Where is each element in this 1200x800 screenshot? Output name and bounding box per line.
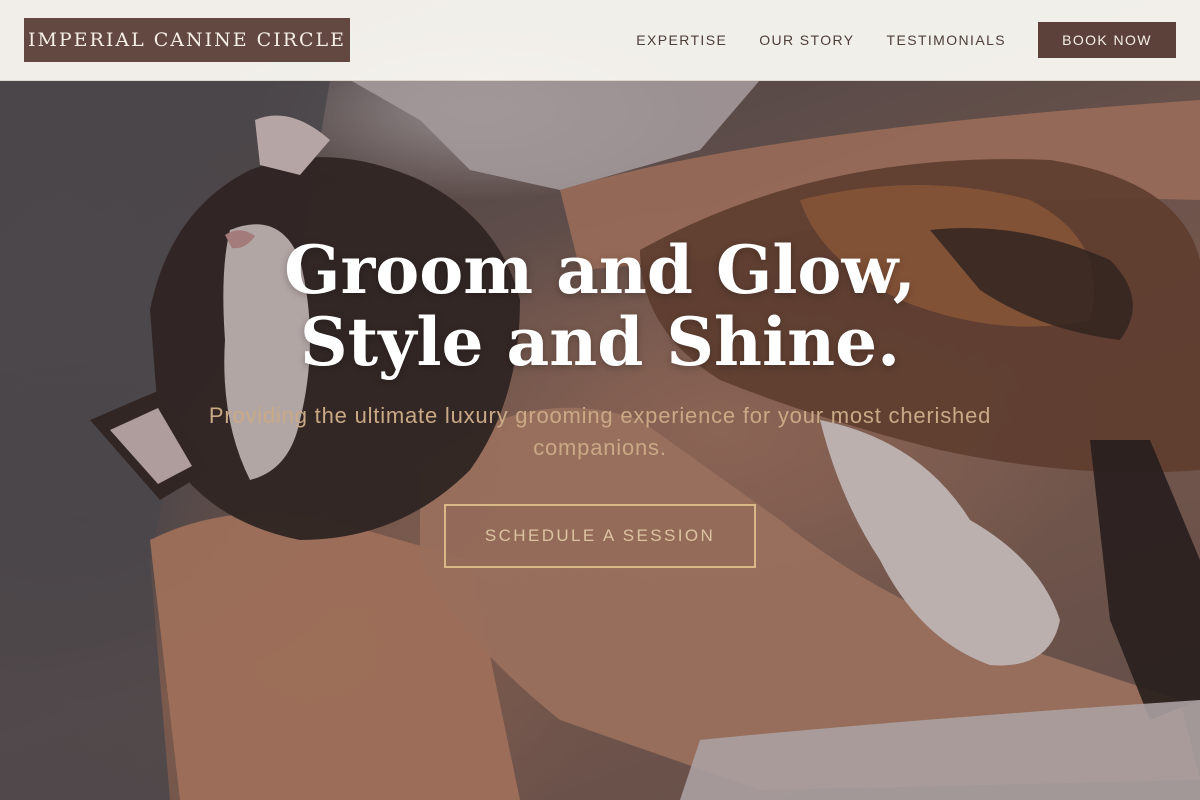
- hero-headline-line-1: Groom and Glow,: [284, 231, 916, 309]
- site-header: IMPERIAL CANINE CIRCLE EXPERTISE OUR STO…: [0, 0, 1200, 81]
- nav-link-our-story[interactable]: OUR STORY: [759, 32, 854, 48]
- nav-link-testimonials[interactable]: TESTIMONIALS: [887, 32, 1006, 48]
- main-nav: EXPERTISE OUR STORY TESTIMONIALS BOOK NO…: [636, 22, 1176, 58]
- book-now-button[interactable]: BOOK NOW: [1038, 22, 1176, 58]
- hero-subtext: Providing the ultimate luxury grooming e…: [208, 403, 992, 460]
- brand-logo[interactable]: IMPERIAL CANINE CIRCLE: [24, 18, 350, 62]
- nav-link-expertise[interactable]: EXPERTISE: [636, 32, 727, 48]
- hero-headline-line-2: Style and Shine.: [299, 303, 901, 381]
- landing-page: IMPERIAL CANINE CIRCLE EXPERTISE OUR STO…: [0, 0, 1200, 800]
- schedule-session-button[interactable]: SCHEDULE A SESSION: [444, 504, 756, 568]
- hero-headline: Groom and Glow, Style and Shine.: [200, 234, 1000, 378]
